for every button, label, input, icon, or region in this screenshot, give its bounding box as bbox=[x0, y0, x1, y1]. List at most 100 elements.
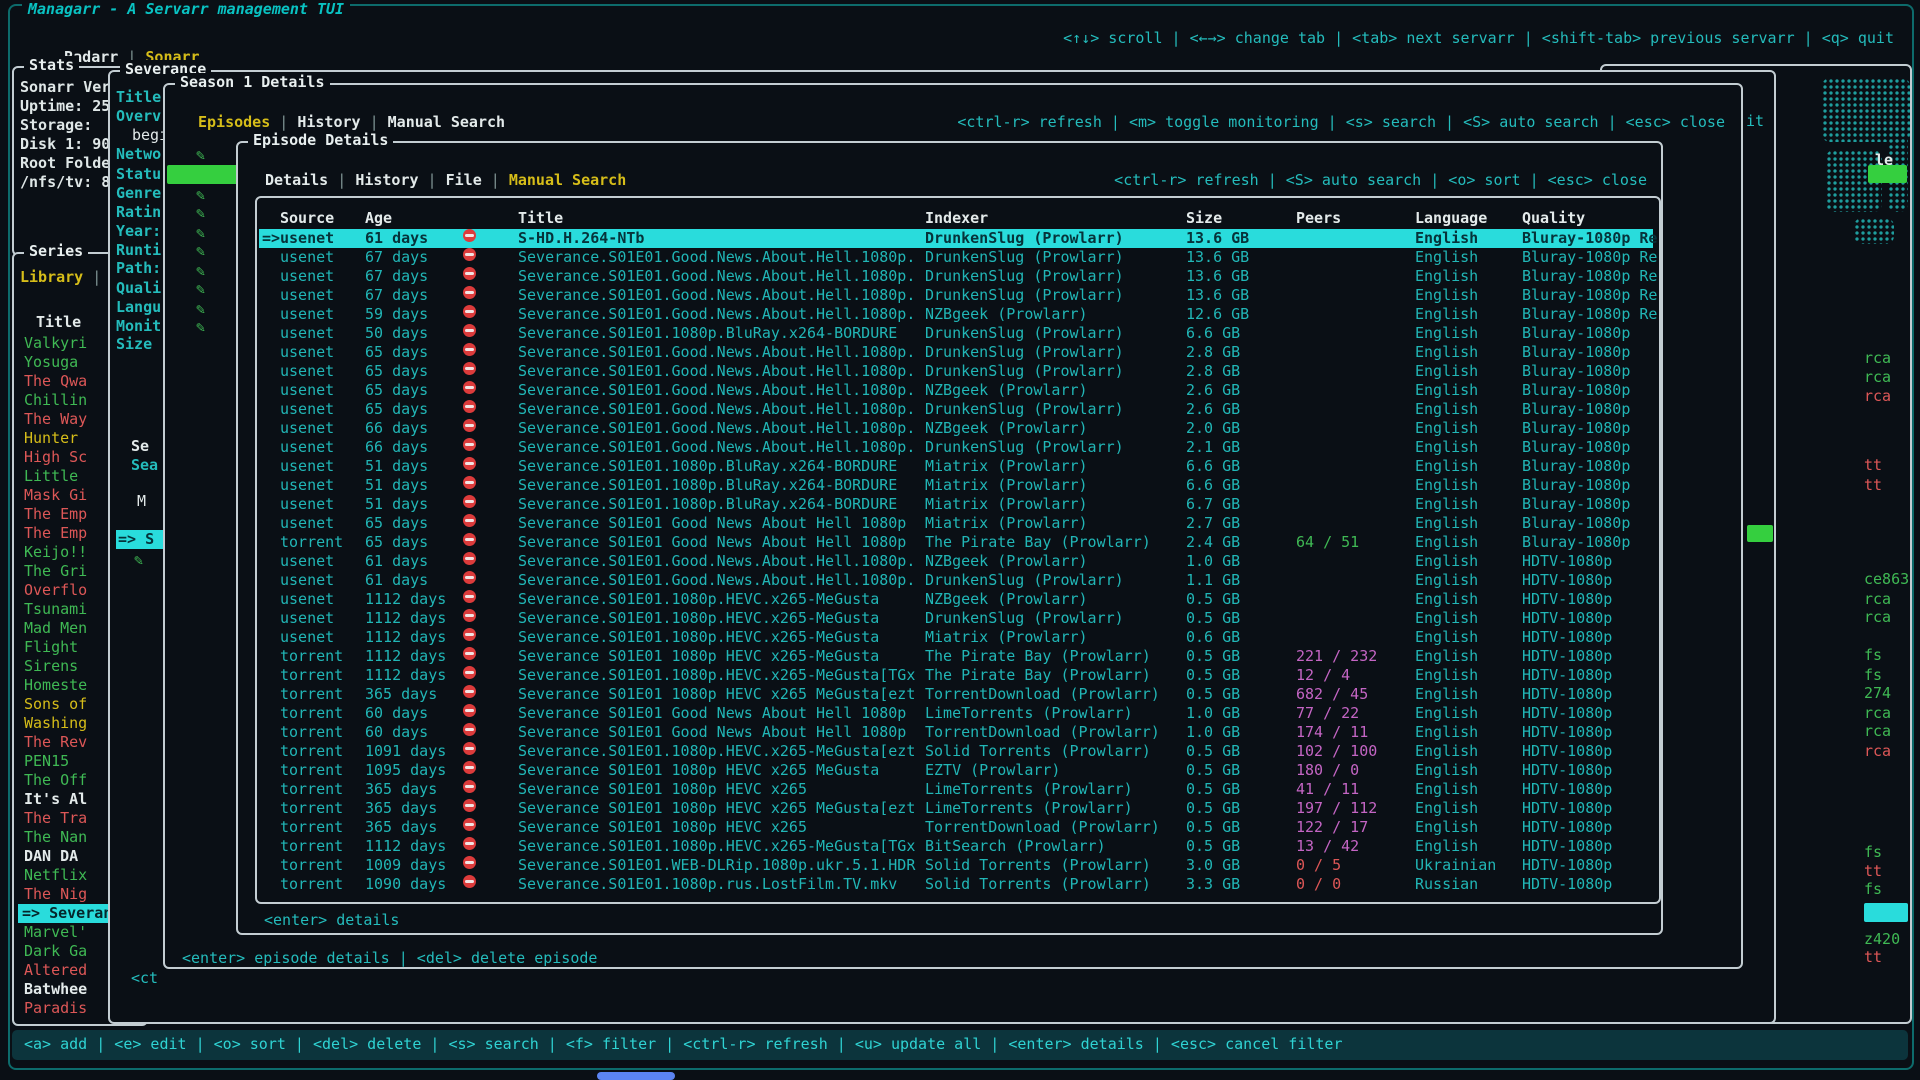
series-item[interactable]: The Nig bbox=[24, 885, 87, 904]
series-item[interactable]: Overflo bbox=[24, 581, 87, 600]
release-title: Severance S01E01 1080p HEVC x265 MeGusta bbox=[518, 761, 879, 780]
release-row[interactable]: usenet59 daysSeverance.S01E01.Good.News.… bbox=[259, 305, 1653, 324]
release-row[interactable]: torrent60 daysSeverance S01E01 Good News… bbox=[259, 704, 1653, 723]
release-row[interactable]: torrent365 daysSeverance S01E01 1080p HE… bbox=[259, 818, 1653, 837]
series-item[interactable]: It's Al bbox=[24, 790, 87, 809]
release-row[interactable]: usenet65 daysSeverance.S01E01.Good.News.… bbox=[259, 381, 1653, 400]
series-item[interactable]: The Way bbox=[24, 410, 87, 429]
release-row[interactable]: usenet65 daysSeverance.S01E01.Good.News.… bbox=[259, 343, 1653, 362]
series-item[interactable]: Paradis bbox=[24, 999, 87, 1018]
season-footer-keybinds: <enter> episode details | <del> delete e… bbox=[182, 949, 597, 968]
series-item[interactable]: Homeste bbox=[24, 676, 87, 695]
series-item[interactable]: The Gri bbox=[24, 562, 87, 581]
column-header[interactable]: Size bbox=[1186, 209, 1222, 228]
series-item[interactable]: Yosuga bbox=[24, 353, 78, 372]
series-item[interactable]: The Emp bbox=[24, 524, 87, 543]
release-quality: Bluray-1080p bbox=[1522, 400, 1630, 419]
release-row[interactable]: usenet51 daysSeverance.S01E01.1080p.BluR… bbox=[259, 476, 1653, 495]
column-header[interactable]: Quality bbox=[1522, 209, 1585, 228]
episode-tab-details[interactable]: Details bbox=[265, 171, 328, 189]
release-row[interactable]: torrent365 daysSeverance S01E01 1080p HE… bbox=[259, 685, 1653, 704]
season-tab-episodes[interactable]: Episodes bbox=[198, 113, 270, 131]
series-item[interactable]: The Off bbox=[24, 771, 87, 790]
release-row[interactable]: torrent65 daysSeverance S01E01 Good News… bbox=[259, 533, 1653, 552]
release-row[interactable]: usenet65 daysSeverance S01E01 Good News … bbox=[259, 514, 1653, 533]
release-peers: 13 / 42 bbox=[1296, 837, 1359, 856]
series-item[interactable]: Dark Ga bbox=[24, 942, 87, 961]
series-item[interactable]: Mask Gi bbox=[24, 486, 87, 505]
stats-line: Disk 1: 90 bbox=[20, 135, 110, 154]
series-item[interactable]: The Tra bbox=[24, 809, 87, 828]
release-row[interactable]: usenet67 daysSeverance.S01E01.Good.News.… bbox=[259, 248, 1653, 267]
release-row[interactable]: =>usenet61 daysS-HD.H.264-NTbDrunkenSlug… bbox=[259, 229, 1653, 248]
release-row[interactable]: usenet66 daysSeverance.S01E01.Good.News.… bbox=[259, 438, 1653, 457]
episode-tab-manual-search[interactable]: Manual Search bbox=[509, 171, 626, 189]
series-item[interactable]: Keijo!! bbox=[24, 543, 87, 562]
release-row[interactable]: torrent1009 daysSeverance.S01E01.WEB-DLR… bbox=[259, 856, 1653, 875]
series-item[interactable]: Marvel' bbox=[24, 923, 87, 942]
column-header[interactable]: Title bbox=[518, 209, 563, 228]
series-item[interactable]: The Emp bbox=[24, 505, 87, 524]
series-item[interactable]: The Rev bbox=[24, 733, 87, 752]
release-row[interactable]: usenet67 daysSeverance.S01E01.Good.News.… bbox=[259, 267, 1653, 286]
series-item[interactable]: High Sc bbox=[24, 448, 87, 467]
release-row[interactable]: usenet1112 daysSeverance.S01E01.1080p.HE… bbox=[259, 590, 1653, 609]
release-row[interactable]: usenet51 daysSeverance.S01E01.1080p.BluR… bbox=[259, 495, 1653, 514]
rejected-icon bbox=[463, 875, 476, 888]
release-language: English bbox=[1415, 400, 1478, 419]
release-row[interactable]: usenet61 daysSeverance.S01E01.Good.News.… bbox=[259, 571, 1653, 590]
release-row[interactable]: usenet50 daysSeverance.S01E01.1080p.BluR… bbox=[259, 324, 1653, 343]
release-row[interactable]: usenet1112 daysSeverance.S01E01.1080p.HE… bbox=[259, 609, 1653, 628]
release-source: usenet bbox=[280, 476, 334, 495]
release-row[interactable]: usenet66 daysSeverance.S01E01.Good.News.… bbox=[259, 419, 1653, 438]
column-header[interactable]: Language bbox=[1415, 209, 1487, 228]
release-row[interactable]: usenet61 daysSeverance.S01E01.Good.News.… bbox=[259, 552, 1653, 571]
release-source: usenet bbox=[280, 229, 334, 248]
series-item[interactable]: Sirens bbox=[24, 657, 78, 676]
release-row[interactable]: usenet65 daysSeverance.S01E01.Good.News.… bbox=[259, 362, 1653, 381]
series-item[interactable]: Altered bbox=[24, 961, 87, 980]
release-row[interactable]: torrent1112 daysSeverance.S01E01.1080p.H… bbox=[259, 666, 1653, 685]
series-item[interactable]: DAN DA bbox=[24, 847, 78, 866]
column-header[interactable]: Source bbox=[280, 209, 334, 228]
rejected-icon bbox=[463, 818, 476, 831]
episode-tab-history[interactable]: History bbox=[355, 171, 418, 189]
release-row[interactable]: usenet1112 daysSeverance.S01E01.1080p.HE… bbox=[259, 628, 1653, 647]
series-item[interactable]: Mad Men bbox=[24, 619, 87, 638]
column-header[interactable]: Age bbox=[365, 209, 392, 228]
release-row[interactable]: torrent1095 daysSeverance S01E01 1080p H… bbox=[259, 761, 1653, 780]
release-row[interactable]: torrent1112 daysSeverance.S01E01.1080p.H… bbox=[259, 837, 1653, 856]
tab-library[interactable]: Library bbox=[20, 268, 83, 286]
release-row[interactable]: usenet51 daysSeverance.S01E01.1080p.BluR… bbox=[259, 457, 1653, 476]
season-tab-manual-search[interactable]: Manual Search bbox=[388, 113, 505, 131]
release-row[interactable]: torrent365 daysSeverance S01E01 1080p HE… bbox=[259, 780, 1653, 799]
release-row[interactable]: usenet67 daysSeverance.S01E01.Good.News.… bbox=[259, 286, 1653, 305]
release-row[interactable]: torrent1091 daysSeverance.S01E01.1080p.H… bbox=[259, 742, 1653, 761]
series-item[interactable]: Little bbox=[24, 467, 78, 486]
release-row[interactable]: torrent1090 daysSeverance.S01E01.1080p.r… bbox=[259, 875, 1653, 894]
column-header[interactable]: Peers bbox=[1296, 209, 1341, 228]
series-item[interactable]: The Qwa bbox=[24, 372, 87, 391]
release-indexer: EZTV (Prowlarr) bbox=[925, 761, 1060, 780]
column-header[interactable]: Indexer bbox=[925, 209, 988, 228]
release-source: torrent bbox=[280, 742, 343, 761]
series-item[interactable]: Netflix bbox=[24, 866, 87, 885]
series-item[interactable]: Flight bbox=[24, 638, 78, 657]
release-row[interactable]: torrent60 daysSeverance S01E01 Good News… bbox=[259, 723, 1653, 742]
release-row[interactable]: torrent1112 daysSeverance S01E01 1080p H… bbox=[259, 647, 1653, 666]
release-row[interactable]: usenet65 daysSeverance.S01E01.Good.News.… bbox=[259, 400, 1653, 419]
season-tab-history[interactable]: History bbox=[297, 113, 360, 131]
series-item[interactable]: The Nan bbox=[24, 828, 87, 847]
release-row[interactable]: torrent365 daysSeverance S01E01 1080p HE… bbox=[259, 799, 1653, 818]
tab-separator: | bbox=[482, 171, 509, 189]
episode-tab-file[interactable]: File bbox=[446, 171, 482, 189]
season-progress-fragment bbox=[1747, 525, 1773, 542]
series-item[interactable]: PEN15 bbox=[24, 752, 69, 771]
series-item[interactable]: Valkyri bbox=[24, 334, 87, 353]
series-item[interactable]: Washing bbox=[24, 714, 87, 733]
series-item[interactable]: Batwhee bbox=[24, 980, 87, 999]
series-item[interactable]: Sons of bbox=[24, 695, 87, 714]
series-item[interactable]: Tsunami bbox=[24, 600, 87, 619]
series-item[interactable]: Hunter bbox=[24, 429, 78, 448]
series-item[interactable]: Chillin bbox=[24, 391, 87, 410]
